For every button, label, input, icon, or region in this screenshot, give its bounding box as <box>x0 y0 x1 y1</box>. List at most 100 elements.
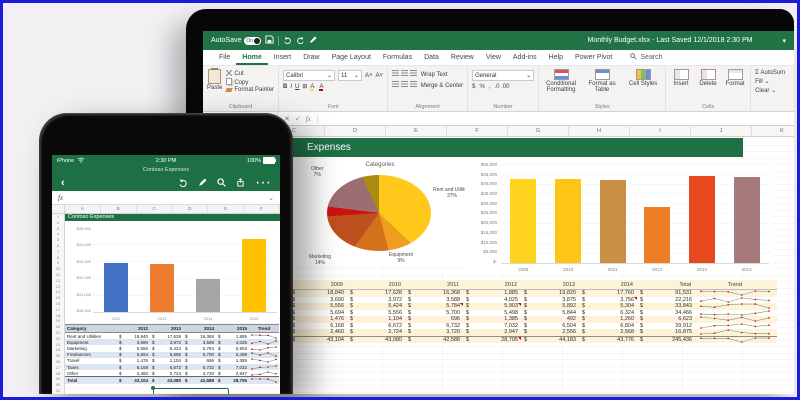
phone-column-D[interactable]: D <box>172 205 208 213</box>
column-header-F[interactable]: F <box>447 126 508 136</box>
phone-table-row[interactable]: Other$2,460$2,724$3,720$2,947 <box>65 370 279 376</box>
phone-sheet-body[interactable]: 1234567891011121314151617181920212223242… <box>52 214 280 394</box>
fill-color-button[interactable]: A <box>310 84 314 90</box>
undo-icon[interactable] <box>283 36 292 46</box>
grow-font-button[interactable]: A˄ <box>365 73 373 79</box>
phone-column-E[interactable]: E <box>208 205 244 213</box>
comma-style-button[interactable]: , <box>489 84 491 90</box>
tab-insert[interactable]: Insert <box>268 50 298 65</box>
phone-cell-value[interactable]: $2,724 <box>150 371 183 376</box>
save-icon[interactable] <box>265 35 274 46</box>
cell-value[interactable]: $5,694 <box>289 310 347 316</box>
autosave-toggle[interactable]: AutoSave On <box>211 37 261 45</box>
cell-styles-button[interactable]: Cell Styles <box>625 69 661 87</box>
insert-function-icon[interactable]: fx <box>306 115 311 123</box>
cell-value[interactable]: $5,304 <box>579 303 637 309</box>
phone-cell-value[interactable]: $5,694 <box>117 352 150 357</box>
copy-button[interactable]: Copy <box>226 78 274 86</box>
cell-value[interactable]: $1,104 <box>347 316 405 322</box>
phone-cell-value[interactable]: $3,972 <box>150 340 183 345</box>
format-painter-button[interactable]: Format Painter <box>226 87 274 93</box>
phone-cell-value[interactable]: $5,700 <box>183 352 216 357</box>
font-size-combo[interactable]: 11⌄ <box>338 70 362 81</box>
phone-cell-value[interactable]: $1,104 <box>150 358 183 363</box>
wrap-text-button[interactable]: Wrap Text <box>421 72 448 78</box>
tab-page-layout[interactable]: Page Layout <box>326 50 377 65</box>
cell-value[interactable]: $5,892 <box>521 303 579 309</box>
cell-value[interactable]: $3,756 <box>579 297 637 303</box>
cell-value[interactable]: $2,724 <box>347 329 405 335</box>
phone-cell-value[interactable]: $3,690 <box>117 340 150 345</box>
cell-value[interactable]: $2,460 <box>289 329 347 335</box>
tab-draw[interactable]: Draw <box>297 50 325 65</box>
cell-value[interactable]: $3,972 <box>347 297 405 303</box>
cell-value[interactable]: $43,080 <box>347 337 405 343</box>
tab-add-ins[interactable]: Add-ins <box>507 50 543 65</box>
number-format-combo[interactable]: General⌄ <box>472 70 534 81</box>
phone-cell-value[interactable]: $7,032 <box>216 365 249 370</box>
phone-expenses-table[interactable]: Category2012201320142015TrendRent and Ut… <box>65 324 279 384</box>
cell-total[interactable]: $39,912 <box>637 323 695 329</box>
insert-cells-button[interactable]: Insert <box>670 69 692 87</box>
merge-center-button[interactable]: Merge & Center <box>421 83 463 89</box>
phone-cell-value[interactable]: $1,476 <box>117 358 150 363</box>
phone-column-F[interactable]: F <box>244 205 280 213</box>
ribbon-search[interactable]: Search <box>630 53 662 62</box>
accounting-format-button[interactable]: $ <box>472 84 475 90</box>
cell-value[interactable]: $696 <box>405 316 463 322</box>
cell-value[interactable]: $5,424 <box>347 303 405 309</box>
phone-bar-chart[interactable]: $45,000$44,000$43,000$42,000$41,000$40,0… <box>65 222 279 322</box>
borders-button[interactable]: ⊞ <box>302 83 307 90</box>
pie-chart[interactable]: Categories Other 7%Rent and Utilities 37… <box>291 160 469 266</box>
cell-value[interactable]: $16,368 <box>405 290 463 296</box>
tab-home[interactable]: Home <box>236 50 267 65</box>
phone-table-row[interactable]: Travel$1,476$1,104$696$1,385 <box>65 358 279 364</box>
phone-cell-value[interactable]: $5,556 <box>150 352 183 357</box>
share-icon[interactable] <box>236 174 245 192</box>
decimal-buttons[interactable]: .0 .00 <box>494 84 509 90</box>
align-top-icon[interactable] <box>392 70 399 76</box>
chevron-down-icon[interactable]: ⌄ <box>268 194 274 202</box>
phone-cell-value[interactable]: $2,947 <box>216 371 249 376</box>
column-header-I[interactable]: I <box>630 126 691 136</box>
phone-cell-value[interactable]: $17,628 <box>150 334 183 339</box>
cell-value[interactable]: $42,588 <box>405 337 463 343</box>
phone-column-B[interactable]: B <box>101 205 137 213</box>
phone-cell-value[interactable]: $5,556 <box>117 346 150 351</box>
phone-cell-value[interactable]: $6,168 <box>117 365 150 370</box>
tab-power-pivot[interactable]: Power Pivot <box>569 50 618 65</box>
fill-button[interactable]: Fill ⌄ <box>755 78 785 85</box>
cell-value[interactable]: $3,720 <box>405 329 463 335</box>
bold-button[interactable]: B <box>283 84 287 90</box>
autosum-button[interactable]: Σ AutoSum <box>755 70 785 76</box>
cell-value[interactable]: $5,903 <box>463 303 521 309</box>
align-middle-icon[interactable] <box>401 70 408 76</box>
tab-view[interactable]: View <box>480 50 507 65</box>
cell-total[interactable]: $33,843 <box>637 303 695 309</box>
tab-file[interactable]: File <box>213 50 236 65</box>
phone-cell-value[interactable]: $3,588 <box>183 340 216 345</box>
percent-style-button[interactable]: % <box>479 84 484 90</box>
cell-value[interactable]: $5,700 <box>405 310 463 316</box>
cell-total[interactable]: $22,216 <box>637 297 695 303</box>
phone-cell-value[interactable]: $42,588 <box>183 378 216 383</box>
format-as-table-button[interactable]: Format as Table <box>584 69 620 93</box>
format-cells-button[interactable]: Format <box>724 69 746 87</box>
search-icon[interactable] <box>217 174 226 192</box>
phone-cell-value[interactable]: $43,104 <box>117 378 150 383</box>
column-header-J[interactable]: J <box>691 126 752 136</box>
tab-data[interactable]: Data <box>418 50 445 65</box>
cut-button[interactable]: Cut <box>226 70 274 77</box>
phone-table-total-row[interactable]: Total$43,104$43,080$42,588$28,705 <box>65 376 279 383</box>
cell-value[interactable]: $6,732 <box>405 323 463 329</box>
phone-cell-value[interactable]: $43,080 <box>150 378 183 383</box>
cell-value[interactable]: $5,556 <box>347 310 405 316</box>
cell-value[interactable]: $43,104 <box>289 337 347 343</box>
cell-value[interactable]: $3,875 <box>521 297 579 303</box>
cell-value[interactable]: $2,556 <box>521 329 579 335</box>
cell-total[interactable]: $6,623 <box>637 316 695 322</box>
phone-table-row[interactable]: Taxes$6,168$6,672$6,732$7,032 <box>65 364 279 370</box>
select-all-corner[interactable] <box>52 205 65 213</box>
italic-button[interactable]: I <box>290 84 292 90</box>
phone-table-row[interactable]: Rent and Utilities$18,840$17,628$16,368$… <box>65 333 279 339</box>
